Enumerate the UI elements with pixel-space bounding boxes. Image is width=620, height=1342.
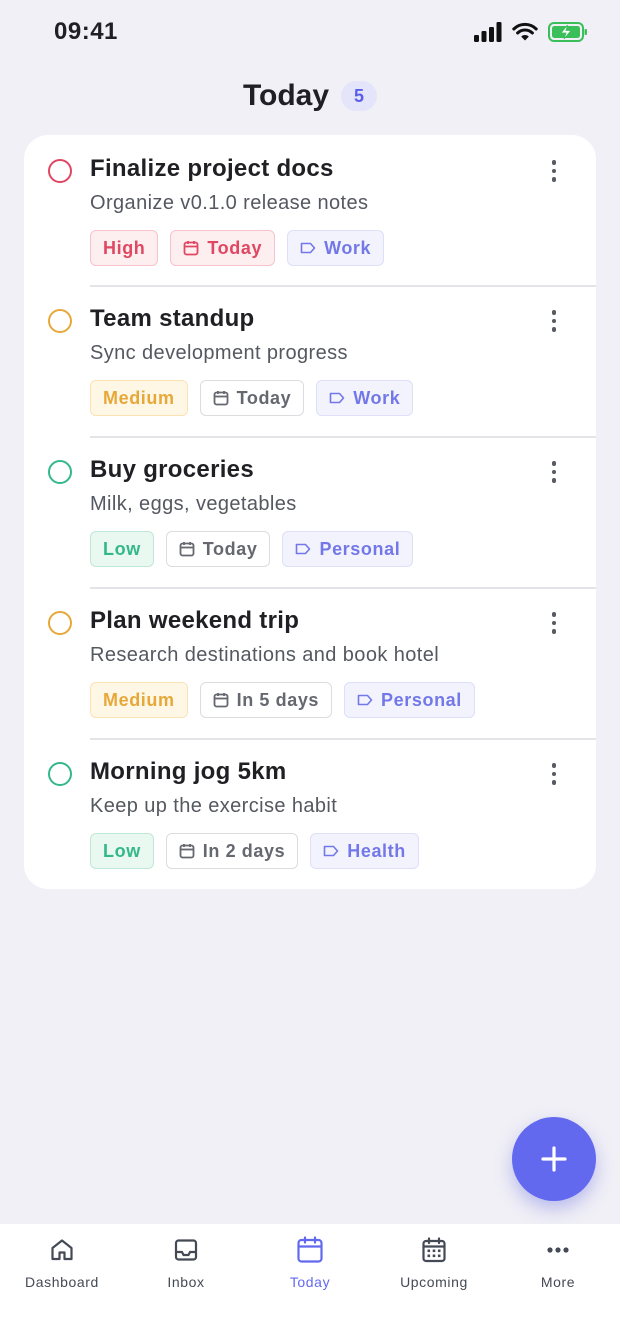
more-options-button[interactable] [542,762,566,786]
task-item[interactable]: Morning jog 5km Keep up the exercise hab… [24,738,596,889]
wifi-icon [512,22,538,41]
nav-label: Dashboard [25,1274,99,1290]
task-tags: Low In 2 days Health [90,833,419,869]
due-date-label: Today [207,237,263,258]
due-date-label: Today [202,538,258,559]
due-date-tag: In 5 days [199,682,333,718]
due-date-label: In 5 days [236,689,320,710]
signal-icon [474,22,502,42]
home-icon [51,1239,73,1261]
due-date-tag: Today [199,380,305,416]
priority-label: Medium [103,689,175,710]
priority-tag: Low [90,531,154,567]
priority-tag: Low [90,833,154,869]
task-title: Buy groceries [90,456,254,483]
more-options-button[interactable] [542,159,566,183]
calendar-icon [213,693,229,708]
status-bar: 09:41 [0,0,620,66]
priority-label: High [103,237,146,258]
tag-icon [323,845,339,857]
page-title: Today [242,79,330,112]
nav-label: More [540,1274,576,1290]
priority-label: Medium [103,387,175,408]
task-title: Team standup [90,305,255,332]
more-options-button[interactable] [542,611,566,635]
nav-item-dashboard[interactable]: Dashboard [0,1224,124,1342]
label-text: Health [347,840,406,861]
nav-item-today[interactable]: Today [248,1224,372,1342]
task-count-badge: 5 [341,81,378,111]
task-item[interactable]: Team standup Sync development progress M… [24,285,596,436]
tag-icon [329,392,345,404]
calendar-icon [179,542,195,557]
inbox-icon [174,1239,198,1261]
label-tag: Personal [344,682,475,718]
status-icons [474,22,588,42]
label-text: Work [353,387,401,408]
task-item[interactable]: Finalize project docs Organize v0.1.0 re… [24,135,596,285]
task-tags: Low Today Personal [90,531,414,567]
priority-label: Low [103,840,141,861]
priority-tag: High [90,230,159,266]
add-task-button[interactable] [512,1117,596,1201]
nav-item-upcoming[interactable]: Upcoming [372,1224,496,1342]
priority-tag: Medium [90,682,188,718]
task-checkbox[interactable] [48,611,72,635]
nav-label: Today [289,1274,331,1290]
label-tag: Health [310,833,419,869]
task-description: Milk, eggs, vegetables [90,493,297,515]
nav-label: Inbox [167,1274,205,1290]
task-description: Sync development progress [90,342,348,364]
calendar-icon [213,391,229,406]
due-date-tag: Today [170,230,276,266]
task-description: Research destinations and book hotel [90,644,440,666]
calendar-icon [183,241,199,256]
tag-icon [296,543,311,555]
more-options-button[interactable] [542,460,566,484]
task-tags: Medium In 5 days Personal [90,682,475,718]
label-text: Personal [319,538,401,559]
task-description: Organize v0.1.0 release notes [90,192,369,214]
tag-icon [300,242,316,254]
task-list: Finalize project docs Organize v0.1.0 re… [24,135,596,889]
label-text: Work [324,237,372,258]
status-time: 09:41 [54,18,118,45]
task-checkbox[interactable] [48,460,72,484]
task-title: Plan weekend trip [90,607,300,634]
label-tag: Work [316,380,414,416]
label-tag: Work [287,230,385,266]
task-tags: High Today Work [90,230,385,266]
task-checkbox[interactable] [48,159,72,183]
calendar-icon [179,844,195,859]
calendar-grid-icon [422,1237,446,1263]
task-checkbox[interactable] [48,762,72,786]
priority-tag: Medium [90,380,188,416]
page-header: Today 5 [0,74,620,118]
calendar-icon [297,1236,323,1263]
priority-label: Low [103,538,141,559]
today-screen: 09:41 Today 5 Finalize project docs Orga… [0,0,620,1342]
tag-icon [357,694,373,706]
nav-label: Upcoming [400,1274,468,1290]
due-date-tag: Today [165,531,271,567]
task-description: Keep up the exercise habit [90,795,338,817]
task-item[interactable]: Buy groceries Milk, eggs, vegetables Low… [24,436,596,587]
plus-icon [541,1146,567,1172]
due-date-tag: In 2 days [165,833,299,869]
task-checkbox[interactable] [48,309,72,333]
due-date-label: In 2 days [202,840,286,861]
battery-charging-icon [548,22,587,42]
due-date-label: Today [236,387,292,408]
more-horizontal-icon [547,1247,569,1253]
label-text: Personal [381,689,462,710]
task-title: Morning jog 5km [90,758,287,785]
nav-item-inbox[interactable]: Inbox [124,1224,248,1342]
nav-item-more[interactable]: More [496,1224,620,1342]
task-title: Finalize project docs [90,155,334,182]
task-item[interactable]: Plan weekend trip Research destinations … [24,587,596,738]
label-tag: Personal [282,531,414,567]
bottom-nav: Dashboard Inbox Today Upcoming More [0,1224,620,1342]
more-options-button[interactable] [542,309,566,333]
task-tags: Medium Today Work [90,380,414,416]
